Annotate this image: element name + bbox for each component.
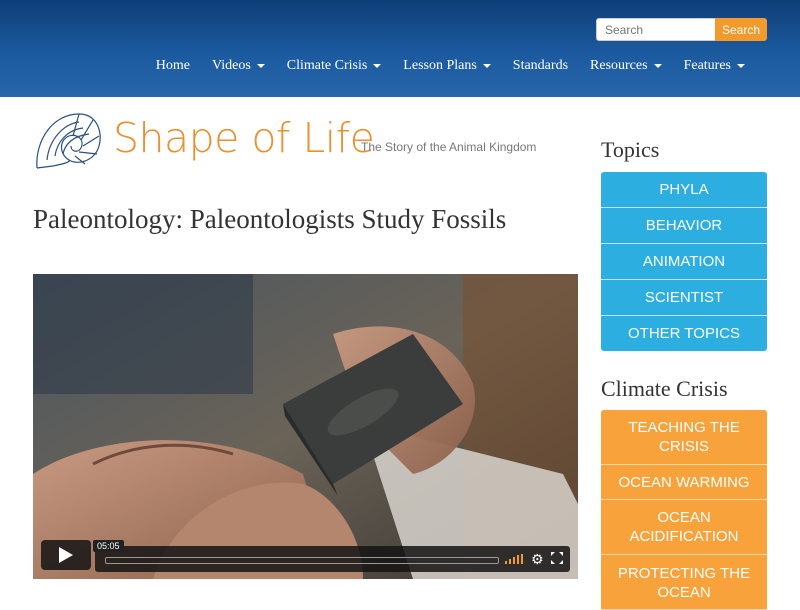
- climate-ocean-acidification[interactable]: OCEAN ACIDIFICATION: [601, 500, 767, 555]
- nav-videos[interactable]: Videos: [201, 58, 276, 74]
- caret-down-icon: [373, 64, 382, 68]
- caret-down-icon: [653, 64, 662, 68]
- nautilus-shell-icon: [36, 113, 101, 169]
- caret-down-icon: [482, 64, 491, 68]
- site-header: Search Home Videos Climate Crisis Lesson…: [0, 0, 800, 97]
- topic-scientist[interactable]: SCIENTIST: [601, 280, 767, 316]
- topics-list: PHYLA BEHAVIOR ANIMATION SCIENTIST OTHER…: [601, 172, 767, 351]
- caret-down-icon: [256, 64, 265, 68]
- nav-home[interactable]: Home: [145, 58, 201, 74]
- volume-icon[interactable]: [505, 554, 523, 564]
- topic-phyla[interactable]: PHYLA: [601, 172, 767, 208]
- climate-heading: Climate Crisis: [601, 376, 728, 401]
- site-logo[interactable]: Shape of Life The Story of the Animal Ki…: [33, 110, 537, 172]
- climate-protecting-the-ocean[interactable]: PROTECTING THE OCEAN: [601, 555, 767, 610]
- video-duration: 05:05: [93, 540, 124, 552]
- play-icon: [59, 547, 73, 563]
- page-title: Paleontology: Paleontologists Study Foss…: [33, 204, 507, 234]
- nav-resources[interactable]: Resources: [579, 58, 673, 74]
- search-button[interactable]: Search: [715, 18, 767, 41]
- climate-list: TEACHING THE CRISIS OCEAN WARMING OCEAN …: [601, 410, 767, 610]
- logo-tagline: The Story of the Animal Kingdom: [361, 140, 537, 154]
- search-input[interactable]: [596, 18, 720, 41]
- nav-label: Videos: [211, 58, 251, 73]
- topics-heading: Topics: [601, 137, 660, 162]
- nav-lesson-plans[interactable]: Lesson Plans: [392, 58, 502, 74]
- topic-other-topics[interactable]: OTHER TOPICS: [601, 316, 767, 351]
- nav-label: Climate Crisis: [286, 58, 368, 73]
- climate-ocean-warming[interactable]: OCEAN WARMING: [601, 465, 767, 500]
- nav-label: Resources: [590, 58, 648, 73]
- video-player[interactable]: ⚙ 05:05: [33, 274, 578, 579]
- play-button[interactable]: [41, 540, 91, 570]
- fullscreen-icon[interactable]: [551, 552, 563, 564]
- nav-climate-crisis[interactable]: Climate Crisis: [276, 58, 393, 74]
- caret-down-icon: [737, 64, 745, 68]
- main-nav: Home Videos Climate Crisis Lesson Plans …: [145, 58, 756, 74]
- climate-teaching-the-crisis[interactable]: TEACHING THE CRISIS: [601, 410, 767, 465]
- nav-standards[interactable]: Standards: [502, 58, 579, 74]
- video-controls: ⚙: [95, 546, 570, 572]
- video-thumbnail: [33, 274, 578, 579]
- nav-label: Home: [155, 58, 190, 73]
- nav-label: Standards: [512, 58, 569, 73]
- nav-features[interactable]: Features: [673, 58, 756, 74]
- topic-behavior[interactable]: BEHAVIOR: [601, 208, 767, 244]
- nav-label: Lesson Plans: [403, 58, 477, 73]
- nav-label: Features: [683, 58, 731, 73]
- logo-text: Shape of Life: [113, 114, 375, 162]
- settings-gear-icon[interactable]: ⚙: [531, 552, 544, 568]
- progress-bar[interactable]: [105, 557, 499, 564]
- topic-animation[interactable]: ANIMATION: [601, 244, 767, 280]
